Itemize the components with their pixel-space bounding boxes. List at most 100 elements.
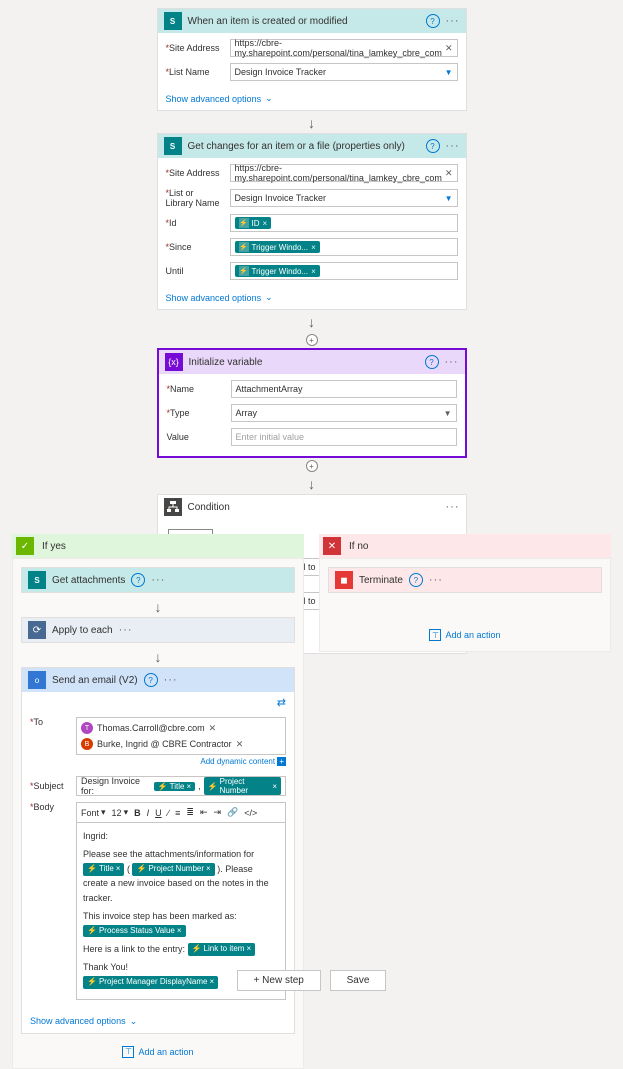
save-button[interactable]: Save <box>330 970 387 991</box>
show-advanced-link[interactable]: Show advanced options⌄ <box>158 290 466 309</box>
sharepoint-icon: S <box>164 137 182 155</box>
get-changes-card: S Get changes for an item or a file (pro… <box>157 133 467 310</box>
var-name-input[interactable]: AttachmentArray <box>231 380 457 398</box>
more-icon[interactable]: ··· <box>151 574 165 586</box>
more-icon[interactable]: ··· <box>164 674 178 686</box>
project-number-token[interactable]: ⚡Project Number× <box>204 777 281 795</box>
list-library-select[interactable]: Design Invoice Tracker▼ <box>230 189 458 207</box>
condition-title: Condition <box>188 502 440 513</box>
more-icon[interactable]: ··· <box>119 624 133 636</box>
list-name-select[interactable]: Design Invoice Tracker▼ <box>230 63 458 81</box>
id-input[interactable]: ⚡ID× <box>230 214 458 232</box>
chevron-down-icon: ⌄ <box>265 93 273 104</box>
show-advanced-link[interactable]: Show advanced options⌄ <box>22 1014 294 1033</box>
font-select[interactable]: Font ▾ <box>81 807 106 818</box>
help-icon[interactable]: ? <box>426 139 440 153</box>
underline-button[interactable]: U <box>155 808 162 818</box>
chevron-down-icon[interactable]: ▼ <box>445 68 453 77</box>
italic-button[interactable]: I <box>147 808 150 818</box>
terminate-icon: ◼ <box>335 571 353 589</box>
trigger-header[interactable]: S When an item is created or modified ? … <box>158 9 466 33</box>
link-to-item-token[interactable]: ⚡Link to item× <box>188 943 256 956</box>
swap-icon[interactable]: ⇄ <box>277 696 286 709</box>
until-input[interactable]: ⚡Trigger Windo...× <box>230 262 458 280</box>
add-action-button[interactable]: ⊤Add an action <box>328 621 602 643</box>
outdent-button[interactable]: ⇥ <box>213 807 221 818</box>
send-email-header[interactable]: o Send an email (V2) ? ··· <box>22 668 294 692</box>
trigger-card: S When an item is created or modified ? … <box>157 8 467 111</box>
code-view-button[interactable]: </> <box>244 808 257 818</box>
condition-header[interactable]: Condition ··· <box>158 495 466 519</box>
var-value-input[interactable]: Enter initial value <box>231 428 457 446</box>
strike-button[interactable]: ∕ <box>168 808 170 818</box>
clear-icon[interactable]: ✕ <box>445 168 453 179</box>
link-button[interactable]: 🔗 <box>227 807 238 818</box>
process-status-token[interactable]: ⚡Process Status Value× <box>83 925 186 938</box>
check-icon: ✓ <box>16 537 34 555</box>
recipient-chip[interactable]: TThomas.Carroll@cbre.com✕ <box>81 722 216 734</box>
add-icon: ⊤ <box>122 1046 134 1058</box>
outlook-icon: o <box>28 671 46 689</box>
more-icon[interactable]: ··· <box>446 15 460 27</box>
until-token[interactable]: ⚡Trigger Windo...× <box>235 265 320 277</box>
to-input[interactable]: TThomas.Carroll@cbre.com✕ BBurke, Ingrid… <box>76 717 286 755</box>
more-icon[interactable]: ··· <box>446 501 460 513</box>
title-token[interactable]: ⚡Title× <box>83 863 124 876</box>
site-address-label: *Site Address <box>166 168 224 178</box>
since-token[interactable]: ⚡Trigger Windo...× <box>235 241 320 253</box>
since-label: *Since <box>166 242 224 252</box>
add-action-button[interactable]: ⊤Add an action <box>21 1038 295 1060</box>
sharepoint-icon: S <box>164 12 182 30</box>
list-name-label: *List Name <box>166 67 224 77</box>
new-step-button[interactable]: + New step <box>237 970 321 991</box>
apply-each-header[interactable]: ⟳ Apply to each ··· <box>22 618 294 642</box>
clear-icon[interactable]: ✕ <box>445 43 453 54</box>
body-text: Ingrid: <box>83 829 279 843</box>
trigger-title: When an item is created or modified <box>188 16 420 27</box>
bullet-list-button[interactable]: ≡ <box>175 808 180 818</box>
title-token[interactable]: ⚡Title× <box>154 782 195 791</box>
init-variable-header[interactable]: {x} Initialize variable ? ··· <box>159 350 465 374</box>
chevron-down-icon: ⌄ <box>265 292 273 303</box>
chevron-down-icon[interactable]: ▼ <box>444 409 452 418</box>
more-icon[interactable]: ··· <box>429 574 443 586</box>
id-token[interactable]: ⚡ID× <box>235 217 272 229</box>
subject-label: *Subject <box>30 781 70 791</box>
show-advanced-link[interactable]: Show advanced options⌄ <box>158 91 466 110</box>
terminate-title: Terminate <box>359 575 403 586</box>
get-attachments-header[interactable]: S Get attachments ? ··· <box>22 568 294 592</box>
bold-button[interactable]: B <box>134 808 141 818</box>
arrow-down-icon: ↓ <box>21 597 295 617</box>
insert-step-button[interactable]: + <box>306 460 318 472</box>
terminate-header[interactable]: ◼ Terminate ? ··· <box>329 568 601 592</box>
recipient-chip[interactable]: BBurke, Ingrid @ CBRE Contractor✕ <box>81 738 243 750</box>
x-icon: ✕ <box>323 537 341 555</box>
help-icon[interactable]: ? <box>426 14 440 28</box>
insert-step-button[interactable]: + <box>306 334 318 346</box>
more-icon[interactable]: ··· <box>446 140 460 152</box>
help-icon[interactable]: ? <box>409 573 423 587</box>
site-address-input[interactable]: https://cbre-my.sharepoint.com/personal/… <box>230 164 458 182</box>
help-icon[interactable]: ? <box>144 673 158 687</box>
avatar: B <box>81 738 93 750</box>
project-number-token[interactable]: ⚡Project Number× <box>132 863 214 876</box>
font-size-select[interactable]: 12 ▾ <box>112 807 129 818</box>
send-email-title: Send an email (V2) <box>52 675 138 686</box>
subject-input[interactable]: Design Invoice for: ⚡Title× , ⚡Project N… <box>76 776 286 796</box>
var-type-select[interactable]: Array▼ <box>231 404 457 422</box>
init-variable-title: Initialize variable <box>189 357 419 368</box>
number-list-button[interactable]: ≣ <box>186 807 194 818</box>
loop-icon: ⟳ <box>28 621 46 639</box>
site-address-input[interactable]: https://cbre-my.sharepoint.com/personal/… <box>230 39 458 57</box>
help-icon[interactable]: ? <box>425 355 439 369</box>
since-input[interactable]: ⚡Trigger Windo...× <box>230 238 458 256</box>
help-icon[interactable]: ? <box>131 573 145 587</box>
add-dynamic-content-link[interactable]: Add dynamic content + <box>76 755 286 770</box>
terminate-card: ◼ Terminate ? ··· <box>328 567 602 593</box>
get-changes-header[interactable]: S Get changes for an item or a file (pro… <box>158 134 466 158</box>
more-icon[interactable]: ··· <box>445 356 459 368</box>
indent-button[interactable]: ⇤ <box>200 807 208 818</box>
avatar: T <box>81 722 93 734</box>
chevron-down-icon[interactable]: ▼ <box>445 194 453 203</box>
init-variable-card: {x} Initialize variable ? ··· *Name Atta… <box>157 348 467 458</box>
